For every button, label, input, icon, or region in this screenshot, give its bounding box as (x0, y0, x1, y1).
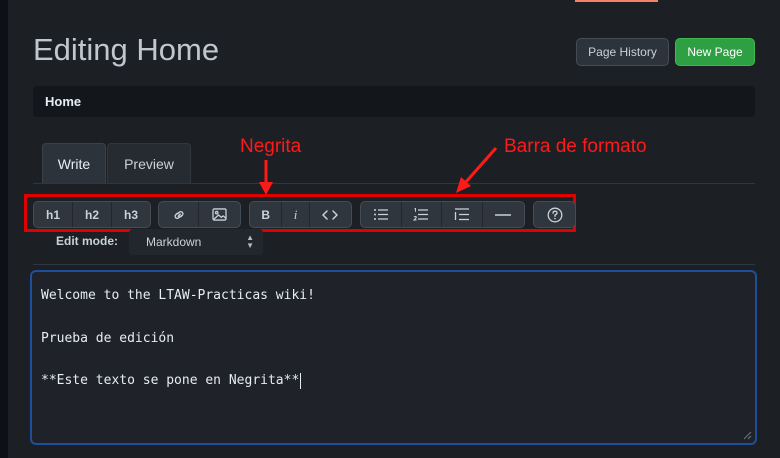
horizontal-rule-button[interactable] (483, 202, 524, 227)
bullet-list-icon (373, 209, 388, 220)
text-cursor (300, 372, 302, 389)
image-icon (212, 208, 227, 221)
code-icon (322, 209, 339, 220)
numbered-list-icon (413, 208, 429, 221)
tab-preview[interactable]: Preview (107, 143, 191, 184)
tabs-divider (33, 183, 755, 184)
edit-mode-value: Markdown (146, 235, 202, 249)
editor-line: Welcome to the LTAW-Practicas wiki! (41, 288, 315, 303)
toolbar-group-help (533, 201, 576, 228)
editor-line: Prueba de edición (41, 330, 175, 346)
editor-line: **Este texto se pone en Negrita** (41, 370, 746, 391)
bold-button[interactable]: B (250, 202, 283, 227)
image-button[interactable] (199, 202, 240, 227)
edit-mode-label: Edit mode: (56, 234, 118, 248)
help-button[interactable] (534, 202, 575, 227)
link-icon (174, 210, 183, 219)
link-button[interactable] (159, 202, 200, 227)
breadcrumb-home[interactable]: Home (45, 94, 81, 109)
editor-divider (33, 264, 755, 265)
page-history-button[interactable]: Page History (576, 38, 669, 66)
new-page-button[interactable]: New Page (675, 38, 755, 66)
bullet-list-button[interactable] (361, 202, 402, 227)
horizontal-rule-icon (495, 213, 512, 216)
page-title: Editing Home (33, 32, 220, 67)
h3-button[interactable]: h3 (112, 202, 150, 227)
blockquote-button[interactable] (442, 202, 483, 227)
editor-line-text: **Este texto se pone en Negrita** (41, 373, 300, 389)
h1-button[interactable]: h1 (34, 202, 73, 227)
toolbar-group-lists (360, 201, 525, 228)
top-accent-bar (575, 0, 658, 2)
help-icon (547, 207, 562, 222)
toolbar-group-insert (158, 201, 241, 228)
toolbar-group-headings: h1 h2 h3 (33, 201, 151, 228)
code-button[interactable] (310, 202, 351, 227)
h2-button[interactable]: h2 (73, 202, 112, 227)
annotation-negrita: Negrita (240, 136, 302, 157)
blockquote-icon (454, 208, 469, 221)
resize-handle-icon[interactable] (743, 431, 752, 440)
numbered-list-button[interactable] (402, 202, 442, 227)
tab-write[interactable]: Write (42, 143, 106, 184)
editor-textarea[interactable]: Welcome to the LTAW-Practicas wiki! Prue… (30, 270, 757, 445)
breadcrumb: Home (33, 86, 755, 117)
annotation-barra-de-formato: Barra de formato (504, 136, 647, 157)
edit-mode-select[interactable]: Markdown ▲ ▼ (129, 229, 263, 255)
select-caret-icon: ▲ ▼ (246, 233, 254, 250)
toolbar-group-text-style: B i (249, 201, 352, 228)
italic-button[interactable]: i (282, 202, 310, 227)
